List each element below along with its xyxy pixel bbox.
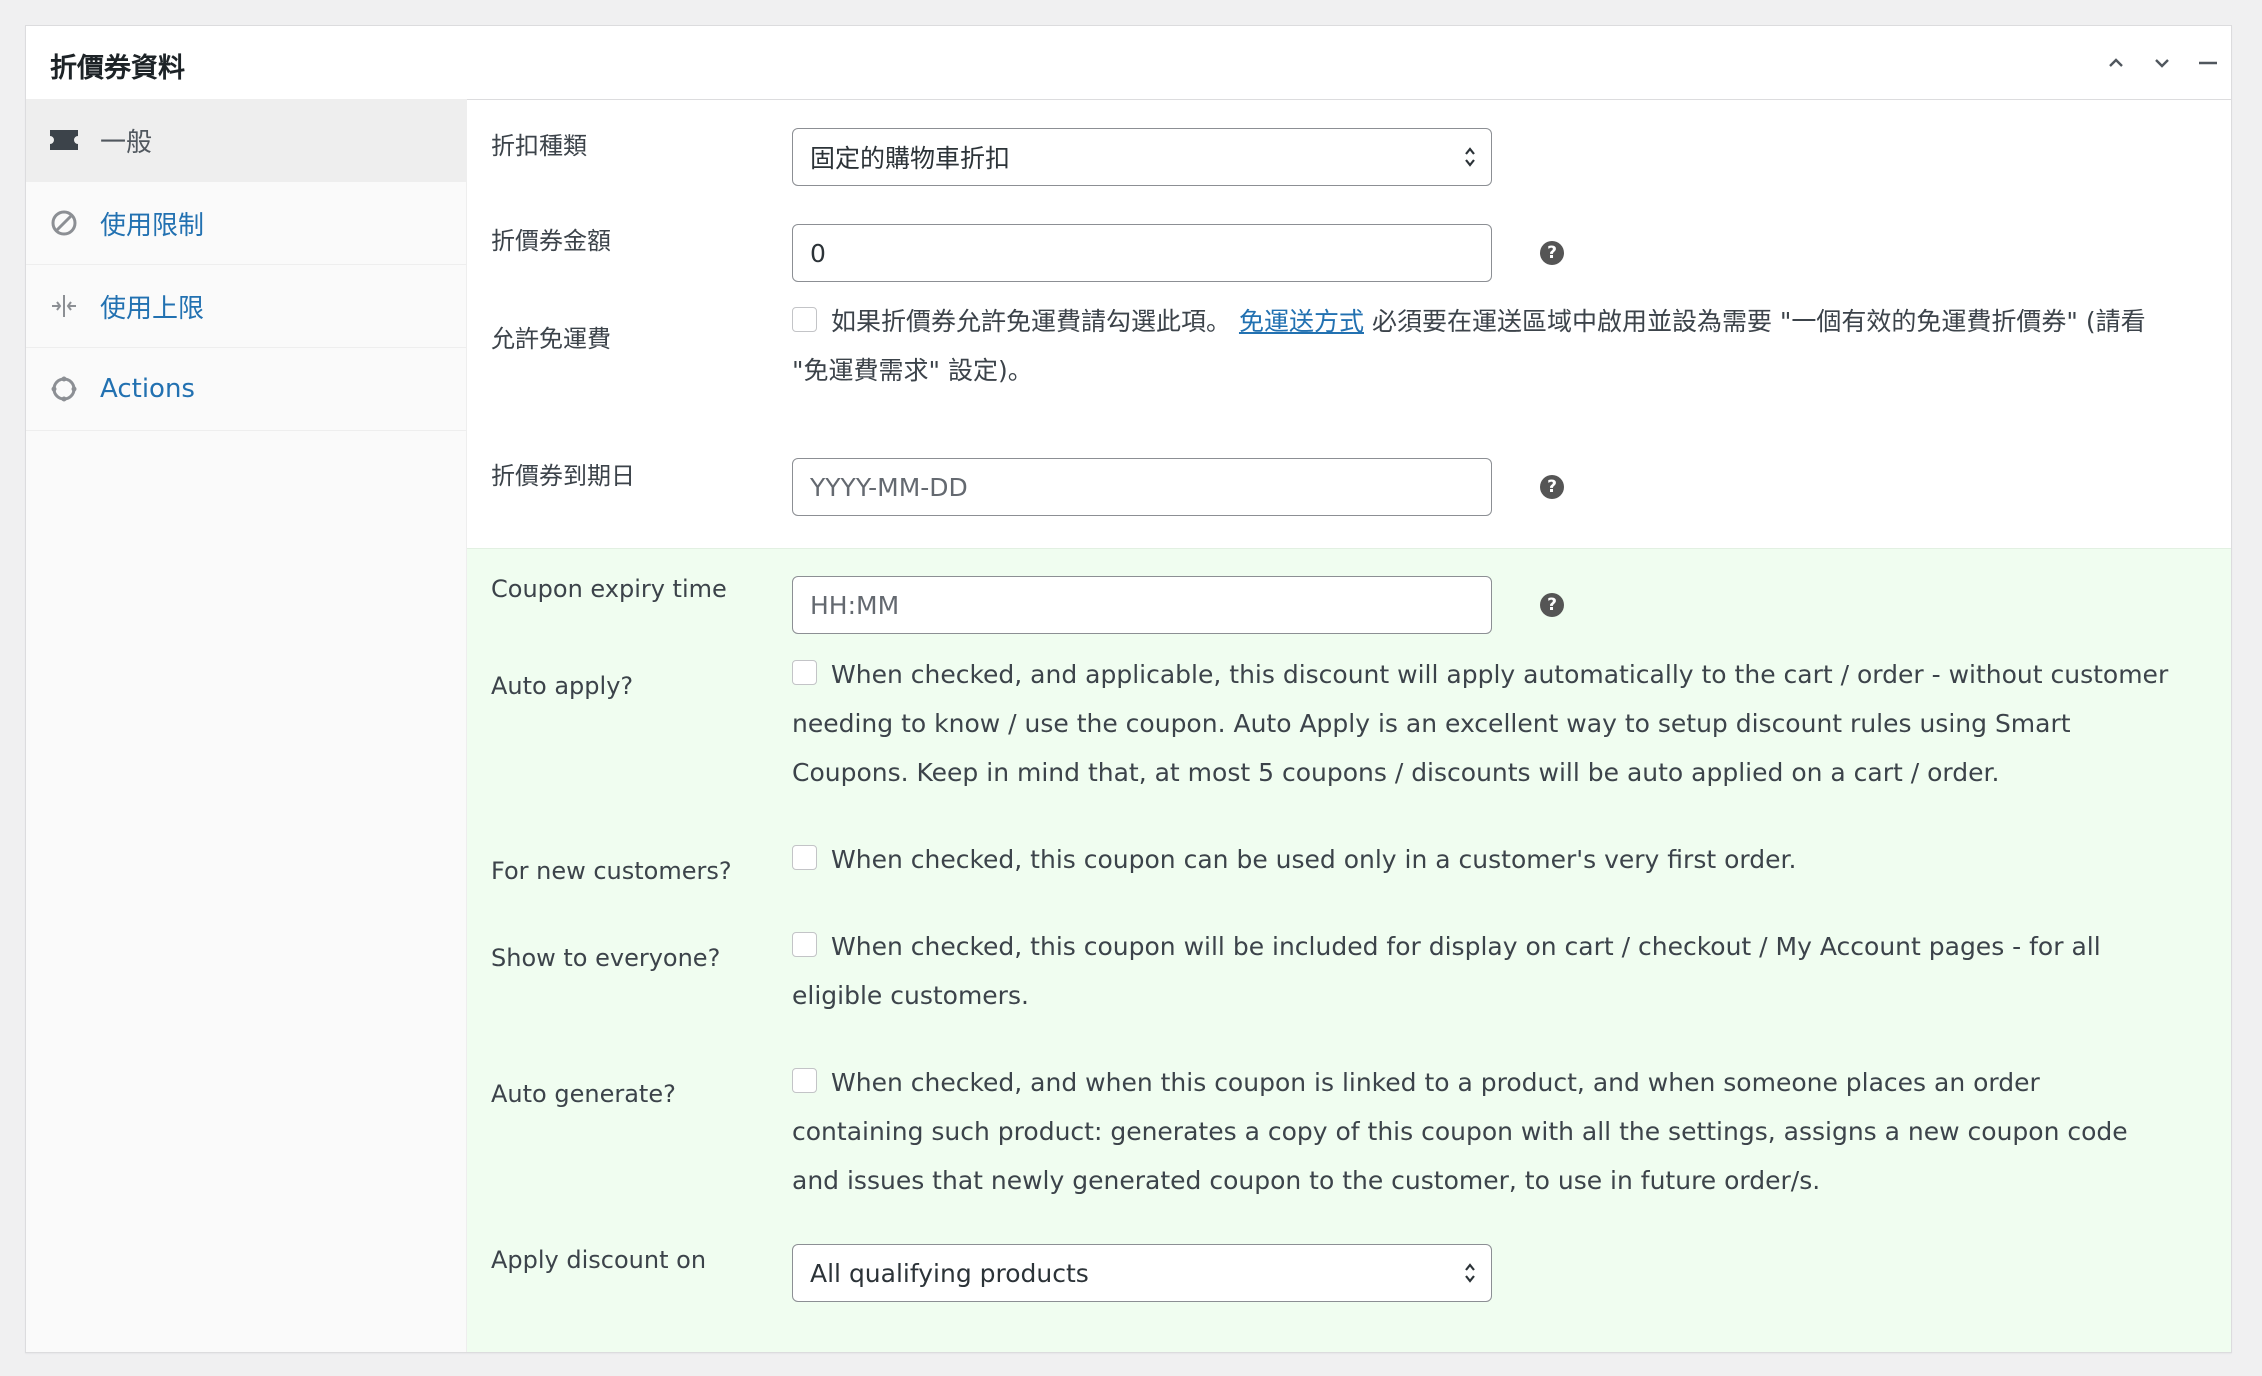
tab-usage-limits[interactable]: 使用上限 <box>26 265 466 348</box>
block-icon <box>48 207 80 239</box>
new-customers-label: For new customers? <box>491 857 732 885</box>
tab-general[interactable]: 一般 <box>26 99 466 182</box>
discount-type-label: 折扣種類 <box>491 132 587 160</box>
auto-apply-label: Auto apply? <box>491 672 634 700</box>
tab-usage-restriction-label: 使用限制 <box>100 210 205 241</box>
core-fields-section: 折扣種類 固定的購物車折扣 折價券金額 0 ? 允許免運費 如果折價券允許免運費… <box>467 99 2231 548</box>
tab-actions[interactable]: Actions <box>26 348 466 431</box>
coupon-amount-label: 折價券金額 <box>491 227 611 255</box>
discount-type-value: 固定的購物車折扣 <box>810 144 1011 173</box>
panel-header: 折價券資料 <box>26 26 2231 100</box>
auto-generate-label: Auto generate? <box>491 1080 676 1108</box>
move-up-button[interactable] <box>2093 26 2139 99</box>
auto-generate-checkbox[interactable] <box>792 1068 817 1093</box>
chevron-up-icon <box>2109 57 2123 67</box>
circle-icon <box>48 373 80 405</box>
toggle-panel-button[interactable] <box>2185 26 2231 99</box>
apply-on-value: All qualifying products <box>810 1258 1089 1288</box>
show-everyone-row: When checked, this coupon will be includ… <box>792 922 2176 1020</box>
show-everyone-label: Show to everyone? <box>491 944 721 972</box>
auto-apply-row: When checked, and applicable, this disco… <box>792 650 2176 797</box>
expiry-time-placeholder: HH:MM <box>810 590 900 620</box>
panel-title: 折價券資料 <box>50 53 185 84</box>
coupon-data-panel: 折價券資料 一般 使用限制 使用上限 Actions 折扣種類 固定的購物車折扣… <box>25 25 2232 1353</box>
auto-apply-checkbox[interactable] <box>792 660 817 685</box>
show-everyone-description: When checked, this coupon will be includ… <box>792 932 2101 1010</box>
free-shipping-row: 如果折價券允許免運費請勾選此項。 免運送方式 必須要在運送區域中啟用並設為需要 … <box>792 297 2176 395</box>
smart-coupons-section: Coupon expiry time HH:MM ? Auto apply? W… <box>467 548 2231 1352</box>
ticket-icon <box>48 124 80 156</box>
coupon-amount-value: 0 <box>810 238 826 268</box>
coupon-amount-input[interactable]: 0 <box>792 224 1492 282</box>
expiry-date-input[interactable]: YYYY-MM-DD <box>792 458 1492 516</box>
help-icon[interactable]: ? <box>1540 241 1564 265</box>
collapse-icon <box>2199 61 2217 64</box>
tab-general-label: 一般 <box>100 127 153 158</box>
tab-actions-label: Actions <box>100 374 195 404</box>
expiry-time-input[interactable]: HH:MM <box>792 576 1492 634</box>
discount-type-select[interactable]: 固定的購物車折扣 <box>792 128 1492 186</box>
free-shipping-text-before: 如果折價券允許免運費請勾選此項。 <box>831 307 1232 336</box>
free-shipping-label: 允許免運費 <box>491 325 611 353</box>
general-options: 折扣種類 固定的購物車折扣 折價券金額 0 ? 允許免運費 如果折價券允許免運費… <box>467 99 2231 1352</box>
expiry-date-label: 折價券到期日 <box>491 462 635 490</box>
tab-usage-restriction[interactable]: 使用限制 <box>26 182 466 265</box>
auto-generate-row: When checked, and when this coupon is li… <box>792 1058 2176 1205</box>
expiry-date-placeholder: YYYY-MM-DD <box>810 472 968 502</box>
expiry-time-label: Coupon expiry time <box>491 575 727 603</box>
auto-apply-description: When checked, and applicable, this disco… <box>792 660 2169 787</box>
show-everyone-checkbox[interactable] <box>792 932 817 957</box>
tabs-sidebar: 一般 使用限制 使用上限 Actions <box>26 99 467 1352</box>
help-icon[interactable]: ? <box>1540 475 1564 499</box>
apply-on-label: Apply discount on <box>491 1246 707 1274</box>
move-down-button[interactable] <box>2139 26 2185 99</box>
select-arrows-icon <box>1465 147 1475 167</box>
apply-on-select[interactable]: All qualifying products <box>792 1244 1492 1302</box>
new-customers-checkbox[interactable] <box>792 845 817 870</box>
auto-generate-description: When checked, and when this coupon is li… <box>792 1068 2128 1195</box>
new-customers-description: When checked, this coupon can be used on… <box>831 845 1797 874</box>
select-arrows-icon <box>1465 1263 1475 1283</box>
new-customers-row: When checked, this coupon can be used on… <box>792 835 2176 884</box>
free-shipping-checkbox[interactable] <box>792 307 817 332</box>
help-icon[interactable]: ? <box>1540 593 1564 617</box>
limit-icon <box>48 290 80 322</box>
free-shipping-method-link[interactable]: 免運送方式 <box>1239 307 1364 336</box>
chevron-down-icon <box>2155 58 2169 68</box>
tab-usage-limits-label: 使用上限 <box>100 293 205 324</box>
